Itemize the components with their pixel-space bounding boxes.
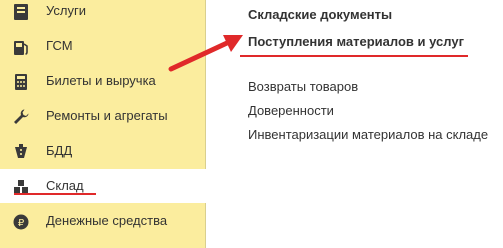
- section-title: Складские документы: [248, 7, 393, 22]
- money-icon: ₽: [12, 213, 30, 231]
- sidebar-item-label: Услуги: [46, 3, 86, 18]
- svg-text:₽: ₽: [18, 218, 25, 229]
- sidebar-item-label: БДД: [46, 143, 73, 158]
- sidebar-item-warehouse[interactable]: Склад: [0, 169, 206, 203]
- road-safety-icon: [12, 143, 30, 161]
- sidebar-item-label: ГСМ: [46, 38, 73, 53]
- fuel-icon: [12, 38, 30, 56]
- annotation-underline-warehouse: [14, 193, 96, 195]
- sidebar-item-label: Билеты и выручка: [46, 73, 156, 88]
- link-returns[interactable]: Возвраты товаров: [248, 79, 358, 94]
- annotation-underline-receipts: [240, 55, 468, 57]
- link-inventories[interactable]: Инвентаризации материалов на складе: [248, 127, 488, 142]
- sidebar-item-repairs[interactable]: Ремонты и агрегаты: [0, 99, 205, 133]
- sidebar-item-services[interactable]: Услуги: [0, 0, 205, 28]
- sidebar-item-money[interactable]: ₽ Денежные средства: [0, 204, 205, 238]
- sidebar-item-road-safety[interactable]: БДД: [0, 134, 205, 168]
- sidebar-item-label: Денежные средства: [46, 213, 168, 228]
- link-powers-of-attorney[interactable]: Доверенности: [248, 103, 334, 118]
- services-icon: [12, 3, 30, 21]
- tickets-icon: [12, 73, 30, 91]
- annotation-arrow: [168, 35, 243, 72]
- link-material-receipts[interactable]: Поступления материалов и услуг: [248, 34, 464, 49]
- sidebar-item-label: Склад: [46, 178, 84, 193]
- sidebar-item-label: Ремонты и агрегаты: [46, 108, 168, 123]
- wrench-icon: [12, 108, 30, 126]
